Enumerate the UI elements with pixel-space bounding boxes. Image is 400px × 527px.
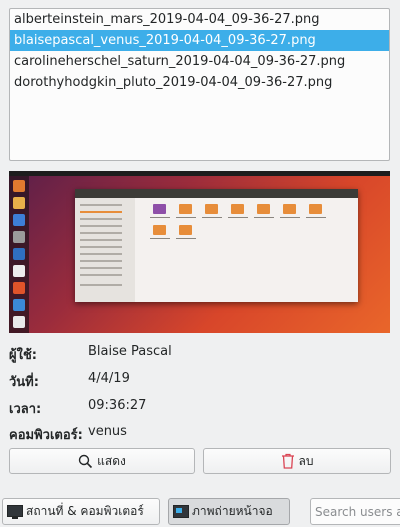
dock-app-icon <box>13 248 25 260</box>
screenshot-icon <box>173 504 189 519</box>
places-computers-label: สถานที่ & คอมพิวเตอร์ <box>26 504 144 518</box>
delete-button-label: ลบ <box>298 453 314 468</box>
search-users-input[interactable] <box>310 498 400 525</box>
dock-app-icon <box>13 231 25 243</box>
file-list-item-selected[interactable]: blaisepascal_venus_2019-04-04_09-36-27.p… <box>10 30 389 51</box>
magnifier-icon <box>78 454 93 469</box>
trash-icon <box>281 453 295 469</box>
monitor-icon <box>7 504 23 519</box>
time-label: เวลา: <box>9 402 42 417</box>
dock-app-icon <box>13 214 25 226</box>
show-button-label: แสดง <box>97 453 126 468</box>
screenshot-preview <box>9 171 390 333</box>
screenshots-tab[interactable]: ภาพถ่ายหน้าจอ <box>168 498 290 525</box>
preview-dock <box>9 176 29 333</box>
delete-button[interactable]: ลบ <box>203 448 391 474</box>
dock-app-icon <box>13 282 25 294</box>
date-label: วันที่: <box>9 375 39 390</box>
preview-top-bar <box>9 171 390 176</box>
file-list-item[interactable]: dorothyhodgkin_pluto_2019-04-04_09-36-27… <box>10 72 389 93</box>
user-label: ผู้ใช้: <box>9 348 37 363</box>
computer-value: venus <box>88 424 127 439</box>
show-button[interactable]: แสดง <box>9 448 195 474</box>
computer-label: คอมพิวเตอร์: <box>9 428 83 443</box>
file-list-item[interactable]: alberteinstein_mars_2019-04-04_09-36-27.… <box>10 9 389 30</box>
dock-app-icon <box>13 316 25 328</box>
places-computers-tab[interactable]: สถานที่ & คอมพิวเตอร์ <box>2 498 160 525</box>
time-value: 09:36:27 <box>88 398 147 413</box>
date-value: 4/4/19 <box>88 371 130 386</box>
dock-app-icon <box>13 299 25 311</box>
preview-file-manager-window <box>75 189 358 302</box>
dock-app-icon <box>13 265 25 277</box>
screenshots-label: ภาพถ่ายหน้าจอ <box>192 504 273 518</box>
dock-app-icon <box>13 180 25 192</box>
dock-app-icon <box>13 197 25 209</box>
screenshot-file-list[interactable]: alberteinstein_mars_2019-04-04_09-36-27.… <box>9 8 390 161</box>
file-list-item[interactable]: carolineherschel_saturn_2019-04-04_09-36… <box>10 51 389 72</box>
user-value: Blaise Pascal <box>88 344 172 359</box>
